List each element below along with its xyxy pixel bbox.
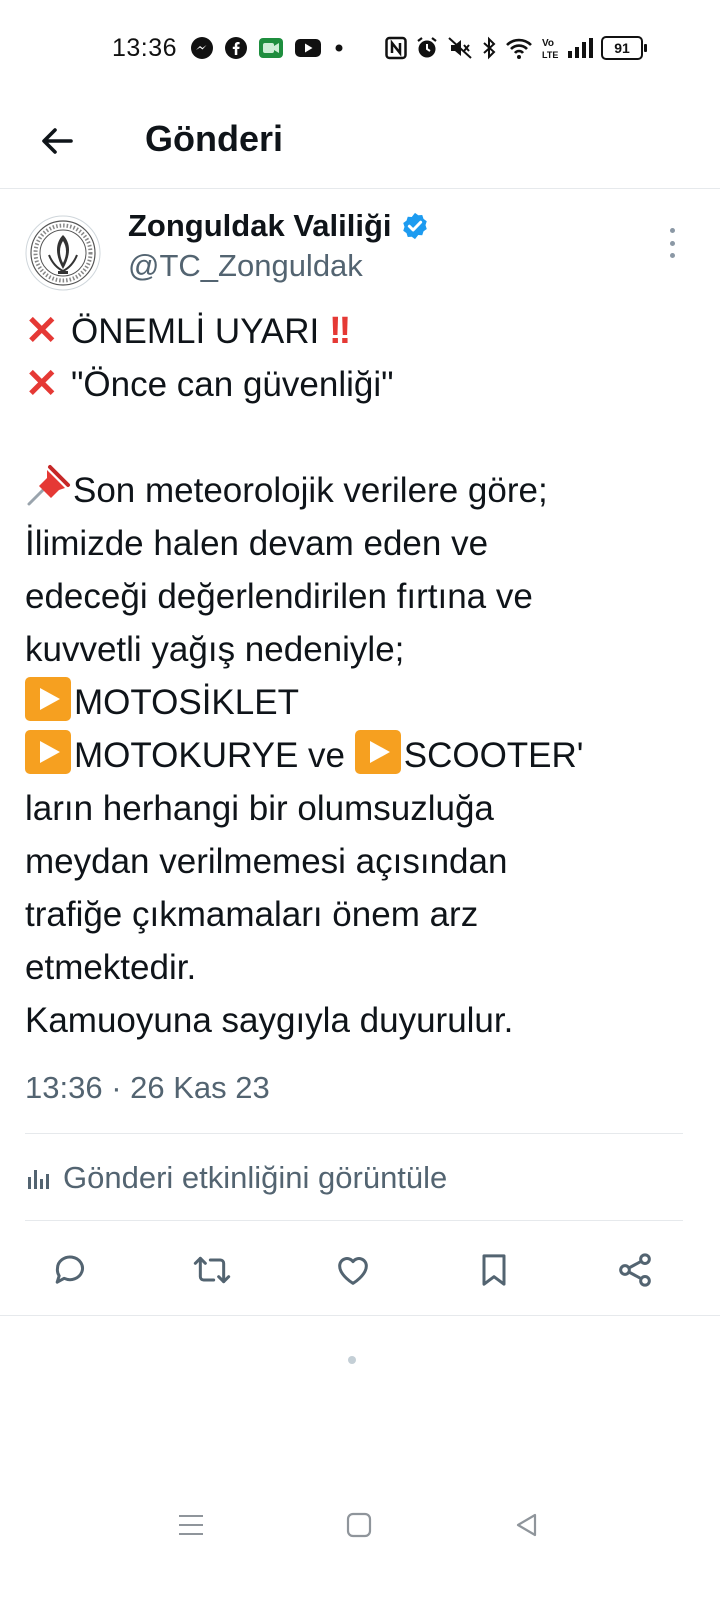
battery-icon: 91 [601, 36, 647, 60]
play-button-icon [25, 677, 71, 721]
status-bar: 13:36 Vo LTE 91 [0, 0, 720, 96]
page-title: Gönderi [145, 118, 284, 159]
notification-icons [190, 34, 346, 62]
share-button[interactable] [613, 1248, 657, 1292]
svg-text:LTE: LTE [542, 50, 558, 60]
messenger-icon [190, 36, 214, 60]
repost-icon [193, 1256, 231, 1284]
more-options-icon[interactable] [664, 228, 680, 258]
divider [25, 1220, 683, 1221]
view-analytics-link[interactable]: Gönderi etkinliğini görüntüle [25, 1160, 447, 1196]
repost-button[interactable] [190, 1248, 234, 1292]
share-icon [619, 1253, 651, 1287]
back-icon [516, 1513, 537, 1537]
cross-mark-icon: ✕ [25, 362, 59, 406]
loading-indicator [348, 1356, 356, 1364]
reply-button[interactable] [48, 1248, 92, 1292]
play-button-icon [354, 730, 401, 774]
tweet-line: edeceği değerlendirilen fırtına ve [25, 577, 533, 616]
svg-text:Vo: Vo [542, 38, 554, 49]
nfc-icon [385, 36, 407, 60]
tweet-line: ✕ "Önce can güvenliği" [25, 358, 700, 411]
tweet-line: etmektedir. [25, 948, 197, 987]
like-button[interactable] [331, 1248, 375, 1292]
status-time: 13:36 [112, 34, 178, 62]
tweet-line: İlimizde halen devam eden ve [25, 524, 489, 563]
tweet-line [25, 411, 700, 464]
back-button[interactable] [32, 116, 82, 166]
tweet-line: ların herhangi bir olumsuzluğa [25, 789, 494, 828]
author-name-text: Zonguldak Valiliği [128, 208, 392, 243]
mute-icon [447, 36, 473, 60]
divider [25, 1133, 683, 1134]
double-exclamation-icon: !! [329, 310, 351, 352]
wifi-icon [505, 36, 533, 60]
bookmark-button[interactable] [472, 1248, 516, 1292]
tweet-line: MOTOKURYE ve SCOOTER' [25, 729, 700, 782]
alarm-icon [415, 36, 439, 60]
reply-icon [55, 1255, 84, 1284]
verified-badge-icon [400, 211, 430, 241]
facebook-icon [224, 36, 248, 60]
recents-button[interactable] [166, 1500, 216, 1550]
post-timestamp[interactable]: 13:36 · 26 Kas 23 [25, 1070, 270, 1106]
analytics-icon [28, 1170, 49, 1189]
tweet-line: Kamuoyuna saygıyla duyurulur. [25, 1001, 514, 1040]
signal-icon [567, 37, 593, 59]
tweet-line: kuvvetli yağış nedeniyle; [25, 630, 405, 669]
home-button[interactable] [334, 1500, 384, 1550]
heart-icon [338, 1257, 368, 1285]
bluetooth-icon [481, 36, 497, 60]
divider [0, 1315, 720, 1316]
dot-icon [332, 41, 346, 55]
battery-level: 91 [601, 36, 643, 60]
back-nav-button[interactable] [502, 1500, 552, 1550]
bookmark-icon [482, 1254, 506, 1286]
tweet-line: ✕ ÖNEMLİ UYARI !! [25, 305, 700, 358]
tweet-line: Son meteorolojik verilere göre; [25, 464, 700, 517]
app-header: Gönderi [0, 96, 720, 189]
home-icon [346, 1512, 372, 1538]
meet-icon [258, 36, 284, 60]
cross-mark-icon: ✕ [25, 309, 59, 353]
tweet-line: MOTOSİKLET [25, 676, 700, 729]
youtube-icon [294, 37, 322, 59]
tweet-line: meydan verilmemesi açısından [25, 842, 508, 881]
play-button-icon [25, 730, 71, 774]
author-handle[interactable]: @TC_Zonguldak [128, 248, 363, 284]
system-nav-bar [0, 1490, 720, 1560]
system-icons: Vo LTE 91 [385, 34, 647, 62]
tweet-text: ✕ ÖNEMLİ UYARI !! ✕ "Önce can güvenliği" S… [25, 305, 700, 1047]
analytics-label: Gönderi etkinliğini görüntüle [63, 1160, 448, 1195]
tweet-line: trafiğe çıkmamaları önem arz [25, 895, 479, 934]
avatar[interactable] [25, 215, 101, 291]
author-name[interactable]: Zonguldak Valiliği [128, 208, 430, 244]
recents-icon [179, 1515, 203, 1535]
pushpin-icon [25, 464, 71, 508]
arrow-left-icon [42, 128, 73, 154]
action-bar [0, 1222, 720, 1314]
volte-icon: Vo LTE [541, 35, 559, 61]
